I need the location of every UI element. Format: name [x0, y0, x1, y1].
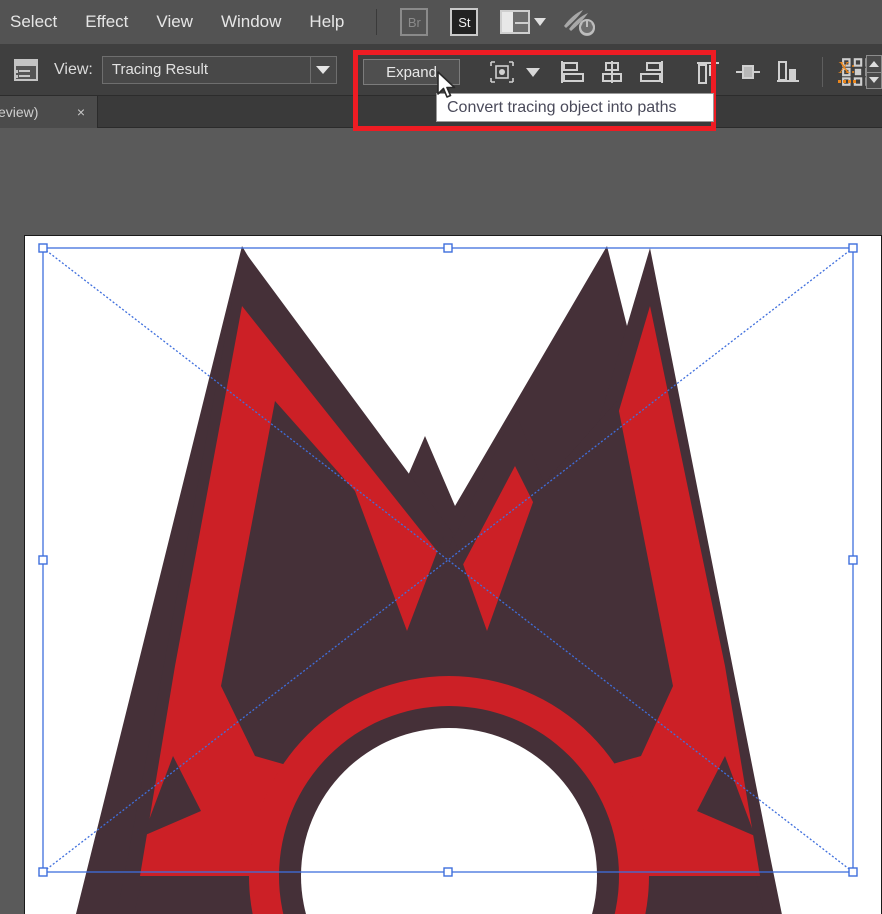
menu-item-select[interactable]: Select: [0, 0, 71, 44]
vertical-align-bottom-icon[interactable]: [768, 53, 808, 91]
x-field-dotted-underline: [838, 80, 856, 83]
tracing-panel-icon[interactable]: [14, 58, 38, 81]
workspace-switcher-button[interactable]: [500, 10, 547, 34]
toolbar-divider: [822, 57, 823, 87]
chevron-down-icon: [534, 18, 547, 26]
align-dropdown-caret-icon[interactable]: [522, 53, 540, 91]
horizontal-align-left-icon[interactable]: [552, 53, 592, 91]
x-coordinate-label: X:: [838, 58, 856, 77]
creative-cloud-icon[interactable]: [562, 7, 596, 37]
tooltip-text: Convert tracing object into paths: [447, 98, 677, 116]
canvas-area[interactable]: [0, 129, 882, 914]
workspace-icon: [500, 10, 531, 34]
bridge-icon[interactable]: Br: [400, 8, 429, 36]
menu-item-view[interactable]: View: [142, 0, 207, 44]
menu-item-window[interactable]: Window: [207, 0, 295, 44]
traced-mountain-logo-artwork[interactable]: [25, 236, 881, 914]
document-tab[interactable]: eview) ×: [0, 96, 98, 128]
x-value-stepper[interactable]: [866, 55, 882, 89]
stepper-up-icon[interactable]: [867, 56, 881, 72]
view-label: View:: [54, 60, 93, 78]
document-tab-title: eview): [0, 104, 39, 120]
horizontal-align-right-icon[interactable]: [632, 53, 672, 91]
artboard[interactable]: [24, 235, 882, 914]
view-dropdown-value: Tracing Result: [111, 61, 208, 78]
stepper-down-icon[interactable]: [867, 73, 881, 89]
align-to-selection-icon[interactable]: [482, 53, 522, 91]
close-icon[interactable]: ×: [77, 104, 85, 120]
vertical-align-top-icon[interactable]: [688, 53, 728, 91]
tooltip: Convert tracing object into paths: [436, 93, 714, 122]
mouse-cursor-icon: [437, 71, 456, 98]
horizontal-align-center-icon[interactable]: [592, 53, 632, 91]
view-dropdown[interactable]: Tracing Result: [101, 55, 337, 84]
stock-icon[interactable]: St: [450, 8, 479, 36]
menu-item-effect[interactable]: Effect: [71, 0, 142, 44]
chevron-down-icon[interactable]: [309, 56, 336, 83]
vertical-align-middle-icon[interactable]: [728, 53, 768, 91]
menubar-divider: [376, 9, 378, 35]
menu-item-help[interactable]: Help: [295, 0, 358, 44]
menu-bar: Select Effect View Window Help Br St: [0, 0, 882, 44]
illustrator-window: Select Effect View Window Help Br St Vie…: [0, 0, 882, 914]
align-toolbar: [482, 52, 881, 92]
